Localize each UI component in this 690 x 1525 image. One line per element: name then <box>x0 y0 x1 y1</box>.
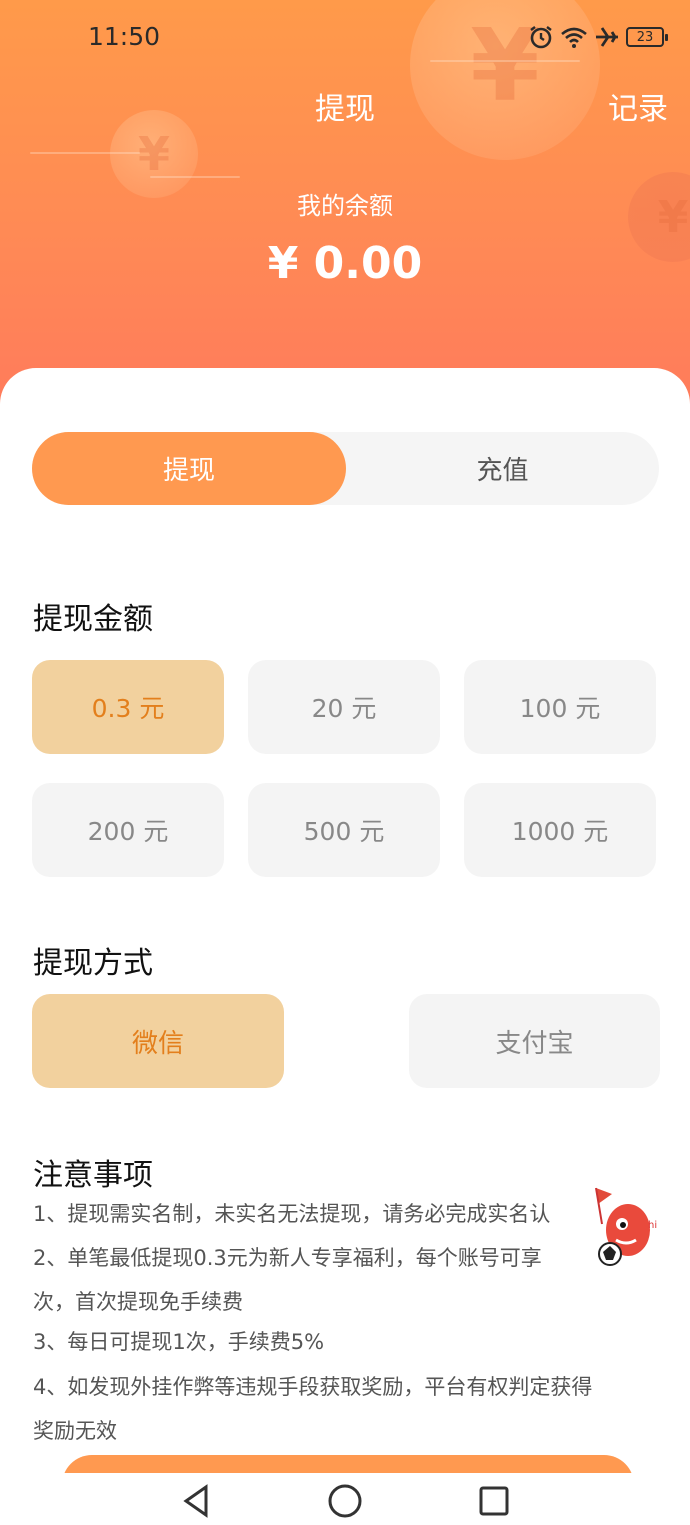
decor-streak <box>430 60 580 62</box>
system-nav-bar <box>0 1473 690 1525</box>
recents-nav-icon[interactable] <box>474 1481 514 1521</box>
battery-level: 23 <box>636 29 654 45</box>
notice-line: 2、单笔最低提现0.3元为新人专享福利，每个账号可享 <box>33 1246 542 1270</box>
tab-recharge[interactable]: 充值 <box>346 432 659 505</box>
alarm-icon <box>530 26 552 49</box>
tab-withdraw[interactable]: 提现 <box>32 432 346 505</box>
status-icons: 23 <box>528 24 668 50</box>
decor-streak <box>30 152 140 154</box>
notice-title: 注意事项 <box>33 1158 153 1193</box>
balance-label: 我的余额 <box>297 192 393 220</box>
notice-line: 次，首次提现免手续费 <box>33 1290 243 1314</box>
notice-line: 奖励无效 <box>33 1419 117 1443</box>
notice-line: 3、每日可提现1次，手续费5% <box>33 1330 325 1354</box>
amount-option[interactable]: 0.3 元 <box>32 660 224 754</box>
method-alipay[interactable]: 支付宝 <box>409 994 660 1088</box>
airplane-icon <box>596 27 618 47</box>
wifi-icon <box>561 27 587 48</box>
battery-icon: 23 <box>626 27 668 47</box>
records-link[interactable]: 记录 <box>608 84 668 128</box>
status-time: 11:50 <box>88 22 161 51</box>
balance-value: ¥ 0.00 <box>267 238 423 289</box>
method-wechat[interactable]: 微信 <box>32 994 284 1088</box>
back-nav-icon[interactable] <box>176 1481 216 1521</box>
amount-option[interactable]: 200 元 <box>32 783 224 877</box>
status-bar: 11:50 23 <box>0 18 690 58</box>
notice-line: 4、如发现外挂作弊等违规手段获取奖励，平台有权判定获得 <box>33 1375 593 1399</box>
mode-tabs: 提现 充值 <box>32 432 659 505</box>
header-banner: ¥ ¥ ¥ 11:50 23 提现 记录 我的余额 ¥ 0.00 <box>0 0 690 420</box>
page-title: 提现 <box>315 92 375 127</box>
amount-section-title: 提现金额 <box>33 602 153 637</box>
mascot-sticker: hi <box>595 1187 657 1266</box>
withdraw-page: ¥ ¥ ¥ 11:50 23 提现 记录 我的余额 ¥ 0.00 提现 充值 提… <box>0 0 690 1525</box>
amount-option[interactable]: 100 元 <box>464 660 656 754</box>
amount-option[interactable]: 20 元 <box>248 660 440 754</box>
method-section-title: 提现方式 <box>33 946 153 981</box>
home-nav-icon[interactable] <box>325 1481 365 1521</box>
amount-option[interactable]: 1000 元 <box>464 783 656 877</box>
svg-text:hi: hi <box>648 1220 657 1231</box>
amount-option[interactable]: 500 元 <box>248 783 440 877</box>
decor-streak <box>150 176 240 178</box>
notice-line: 1、提现需实名制，未实名无法提现，请务必完成实名认 <box>33 1202 551 1226</box>
